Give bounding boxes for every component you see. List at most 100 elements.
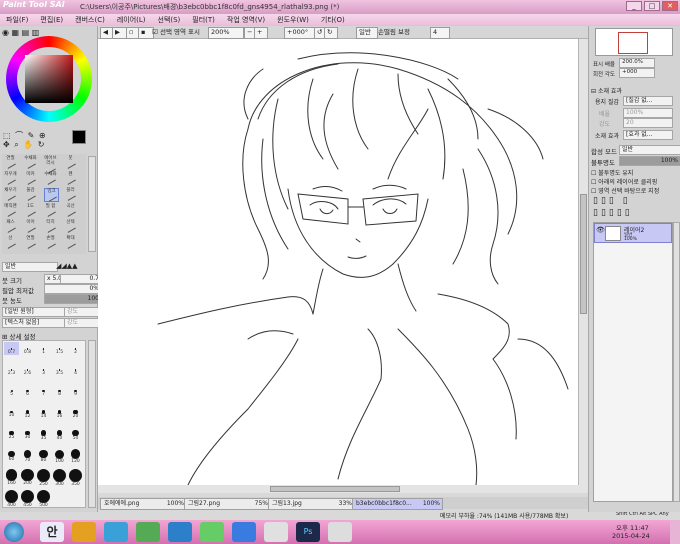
tool-1do[interactable]: 1도	[24, 204, 37, 217]
color-wheel[interactable]	[6, 36, 92, 122]
brush-size-option[interactable]: 35	[36, 426, 51, 441]
layer-visibility-icon[interactable]: 👁	[596, 226, 605, 234]
brush-size-option[interactable]: 100	[52, 447, 67, 464]
brush-size-option[interactable]: 10	[4, 405, 19, 418]
brush-size-option[interactable]: 25	[4, 426, 19, 440]
brush-size-option[interactable]: 0.7	[4, 342, 19, 355]
menu-view[interactable]: 작업 영역(V)	[227, 14, 265, 26]
paper-texture-select[interactable]: [질감 없...	[623, 96, 673, 106]
tool-line[interactable]: 선	[4, 236, 17, 249]
folder-icon[interactable]	[72, 522, 96, 542]
tool-zoom[interactable]: 확대	[64, 236, 77, 249]
tool-join[interactable]: 이어	[24, 220, 37, 233]
opacity-slider[interactable]: 100%	[619, 156, 680, 166]
blend-mode-select[interactable]: 일반	[619, 145, 680, 155]
brush-size-option[interactable]: 500	[36, 489, 51, 508]
media-icon[interactable]	[136, 522, 160, 542]
menu-filter[interactable]: 필터(T)	[192, 14, 215, 26]
tool-curve[interactable]: 곡선	[64, 204, 77, 217]
color-square[interactable]	[25, 55, 73, 103]
rotation-select[interactable]: +000°	[284, 27, 316, 39]
brush-size-option[interactable]: 30	[20, 426, 35, 440]
brush-size-option[interactable]: 16	[52, 405, 67, 419]
layer-row[interactable]: 👁 레이어2 일반 100%	[594, 223, 672, 243]
brush-mode-select[interactable]: 일반	[2, 262, 58, 272]
browser-icon[interactable]	[104, 522, 128, 542]
tool-merge[interactable]: 필 합	[44, 204, 57, 217]
menu-window[interactable]: 윈도우(W)	[277, 14, 309, 26]
tool-scrollbar[interactable]	[88, 156, 96, 252]
tool-select[interactable]: 선택	[64, 220, 77, 233]
color-tabs[interactable]: ◉ ▦ ▤ ▥	[2, 28, 39, 37]
strength-value[interactable]: 20	[623, 118, 673, 128]
brush-size-option[interactable]: 3	[36, 363, 51, 376]
brush-size-option[interactable]: 300	[52, 468, 67, 487]
brush-size-option[interactable]: 160	[4, 468, 19, 486]
menu-edit[interactable]: 편집(E)	[40, 14, 63, 26]
tool-ink-selected[interactable]: 잉크	[44, 188, 59, 202]
brush-size-option[interactable]: 40	[52, 426, 67, 441]
brush-size-option[interactable]: 450	[20, 489, 35, 508]
tool-magicpen[interactable]: 매직펜	[4, 204, 17, 217]
clipping-checkbox[interactable]: ☐ 아래의 레이어로 클리핑	[591, 177, 657, 186]
layer-action-icons-2[interactable]: ▯▯▯▯▯	[593, 208, 633, 218]
layer-action-icons[interactable]: ▯▯▯ ▯	[593, 196, 631, 206]
brush-size-option[interactable]: 6	[20, 384, 35, 397]
tool-airbrush[interactable]: 에어브러시	[44, 156, 57, 174]
minimize-button[interactable]: _	[626, 1, 642, 11]
brush-shape-select[interactable]: [일반 원형]	[2, 307, 68, 317]
menu-layer[interactable]: 레이어(L)	[117, 14, 146, 26]
tool-brush[interactable]: 붓	[64, 156, 77, 169]
tool-pen[interactable]: 펜	[64, 172, 77, 185]
brush-size-option[interactable]: 9	[68, 384, 83, 397]
nav-rotation-value[interactable]: +000	[619, 68, 655, 78]
rotate-right-icon[interactable]: ↻	[324, 27, 338, 39]
preserve-opacity-checkbox[interactable]: ☐ 불투명도 유지	[591, 168, 633, 177]
brush-size-option[interactable]: 4	[68, 363, 83, 376]
menu-select[interactable]: 선택(S)	[158, 14, 181, 26]
tool-paint[interactable]: 물감	[24, 188, 37, 201]
tool-marker[interactable]: 마커	[24, 172, 37, 185]
tool-pencil-2[interactable]: 연필	[24, 236, 37, 249]
torrent-icon[interactable]	[200, 522, 224, 542]
brush-size-option[interactable]: 80	[36, 447, 51, 463]
brush-size-option[interactable]: 12	[20, 405, 35, 419]
brush-size-option[interactable]: 50	[68, 426, 83, 441]
min-size-slider[interactable]: 0%	[44, 284, 102, 294]
ie-icon[interactable]	[232, 522, 256, 542]
canvas-vertical-scrollbar[interactable]	[578, 39, 588, 485]
tool-watercolor-2[interactable]: 수채화	[44, 172, 57, 185]
vertical-scroll-thumb[interactable]	[580, 194, 587, 314]
tool-fill[interactable]: 채우기	[4, 188, 17, 201]
layer-scrollbar[interactable]	[673, 222, 680, 502]
sai-icon[interactable]	[328, 522, 352, 542]
menu-canvas[interactable]: 캔버스(C)	[75, 14, 105, 26]
nav-zoom-value[interactable]: 200.0%	[619, 58, 655, 68]
brush-size-option[interactable]: 60	[4, 447, 19, 462]
tool-blur[interactable]: 블러	[64, 188, 77, 201]
show-desktop-button[interactable]	[670, 520, 680, 544]
brush-size-option[interactable]: 14	[36, 405, 51, 419]
tool-path[interactable]: 패스	[4, 220, 17, 233]
move-tools[interactable]: ✥ ⌕ ✋ ↻	[3, 140, 45, 150]
tool-eraser[interactable]: 지우개	[4, 172, 17, 185]
stabilizer-select[interactable]: 4	[430, 27, 450, 39]
brush-edge-icons[interactable]: ◢◢▲▲	[56, 262, 78, 270]
zoom-in-icon[interactable]: +	[254, 27, 268, 39]
density-slider[interactable]: 100	[44, 294, 102, 304]
drawing-canvas[interactable]	[98, 39, 578, 486]
brush-size-option[interactable]: 1	[36, 342, 51, 355]
tool-watercolor[interactable]: 수채화	[24, 156, 37, 169]
photoshop-icon[interactable]: Ps	[296, 522, 320, 542]
input-method-icon[interactable]: 안	[40, 522, 64, 542]
file-tab-active[interactable]: b3ebc0bbc1f8c0... 100%	[352, 498, 443, 510]
horizontal-scroll-thumb[interactable]	[270, 486, 400, 492]
brush-size-option[interactable]: 120	[68, 447, 83, 464]
close-button[interactable]: ✕	[662, 1, 678, 11]
file-tab[interactable]: 그림13.jpg 33%	[268, 498, 355, 510]
brush-size-option[interactable]: 70	[20, 447, 35, 463]
size-grid-scrollbar[interactable]	[88, 340, 96, 508]
brush-size-option[interactable]: 2.3	[4, 363, 19, 376]
brush-size-option[interactable]: 0.8	[20, 342, 35, 355]
brush-size-option[interactable]: 7	[36, 384, 51, 397]
